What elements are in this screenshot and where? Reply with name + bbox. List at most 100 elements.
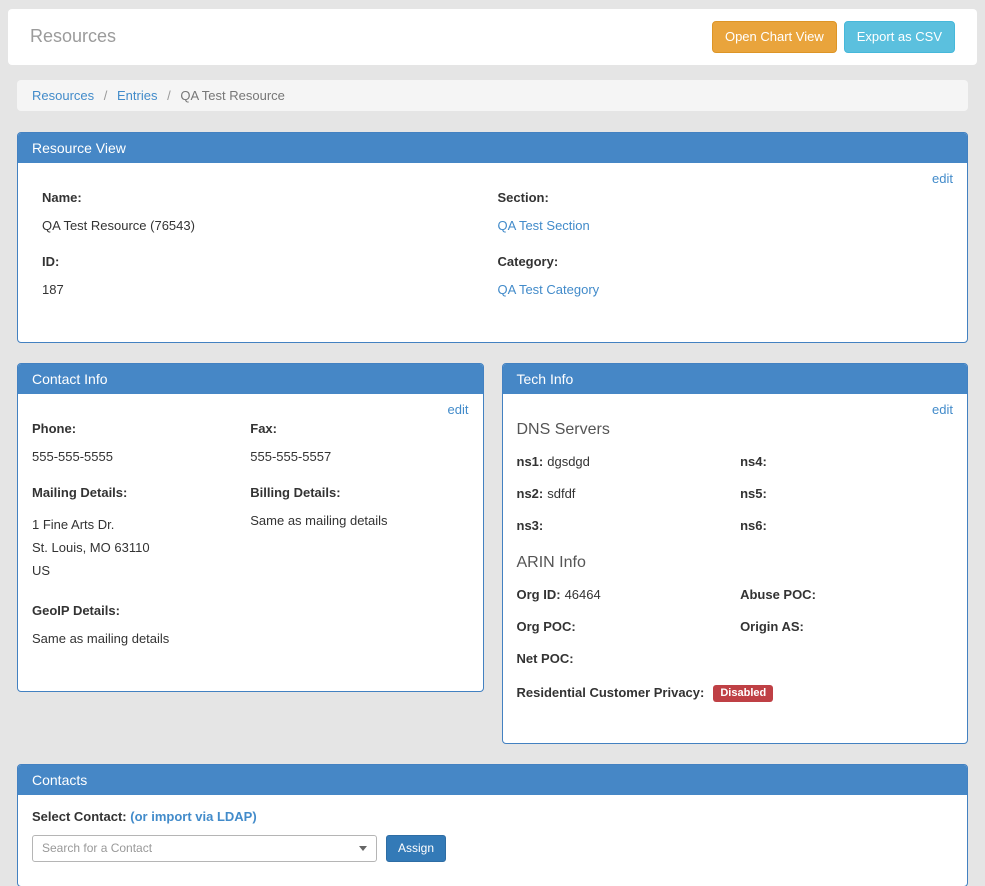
abuse-poc-label: Abuse POC: [740,587,816,602]
mailing-address-line: 1 Fine Arts Dr. [32,513,250,536]
chevron-down-icon [359,846,367,851]
name-value: QA Test Resource (76543) [42,218,498,233]
geoip-details-label: GeoIP Details: [32,603,250,618]
ns5-field: ns5: [740,486,953,501]
billing-details-field: Billing Details: Same as mailing details [250,485,468,582]
page-header: Resources Open Chart View Export as CSV [8,9,977,65]
org-id-field: Org ID: 46464 [517,587,741,602]
contact-select-placeholder: Search for a Contact [42,841,152,855]
ns2-label: ns2: [517,486,544,501]
phone-field: Phone: 555-555-5555 [32,421,250,464]
contact-info-edit-link[interactable]: edit [32,402,469,417]
dns-servers-grid: ns1:dgsdgd ns4: ns2:sdfdf ns5: ns3: [517,454,954,550]
resource-view-panel-title: Resource View [18,133,967,163]
ns2-value: sdfdf [547,486,575,501]
residential-privacy-field: Residential Customer Privacy: Disabled [517,685,954,702]
mailing-address-line: St. Louis, MO 63110 [32,536,250,559]
contacts-panel-title: Contacts [18,765,967,795]
ns1-value: dgsdgd [547,454,590,469]
id-field: ID: 187 [42,254,498,297]
breadcrumb-separator: / [167,88,171,103]
resource-view-left-column: Name: QA Test Resource (76543) ID: 187 [42,190,498,318]
arin-info-heading: ARIN Info [517,554,954,572]
dns-servers-heading: DNS Servers [517,421,954,439]
fax-label: Fax: [250,421,468,436]
arin-info-grid: Org ID: 46464 Abuse POC: Org POC: Origin … [517,587,954,683]
header-actions: Open Chart View Export as CSV [712,21,955,53]
billing-details-value: Same as mailing details [250,513,468,528]
id-value: 187 [42,282,498,297]
select-contact-label: Select Contact: [32,809,127,824]
resource-view-panel-body: edit Name: QA Test Resource (76543) ID: … [18,163,967,342]
org-poc-label: Org POC: [517,619,576,634]
category-field: Category: QA Test Category [498,254,954,297]
id-label: ID: [42,254,498,269]
resource-view-panel: Resource View edit Name: QA Test Resourc… [17,132,968,343]
ns3-field: ns3: [517,518,741,533]
export-csv-button[interactable]: Export as CSV [844,21,955,53]
contact-select[interactable]: Search for a Contact [32,835,377,862]
abuse-poc-field: Abuse POC: [740,587,953,602]
breadcrumb-entries-link[interactable]: Entries [117,88,157,103]
resource-view-right-column: Section: QA Test Section Category: QA Te… [498,190,954,318]
page: Resources Open Chart View Export as CSV … [0,0,985,886]
ns1-label: ns1: [517,454,544,469]
phone-label: Phone: [32,421,250,436]
contact-info-panel: Contact Info edit Phone: 555-555-5555 Fa… [17,363,484,692]
geoip-details-field: GeoIP Details: Same as mailing details [32,603,250,646]
org-id-label: Org ID: [517,587,561,602]
contact-info-panel-body: edit Phone: 555-555-5555 Fax: 555-555-55… [18,394,483,691]
billing-details-label: Billing Details: [250,485,468,500]
breadcrumb-current: QA Test Resource [180,88,285,103]
contact-info-panel-title: Contact Info [18,364,483,394]
ns1-field: ns1:dgsdgd [517,454,741,469]
section-link[interactable]: QA Test Section [498,218,590,233]
ns4-label: ns4: [740,454,767,469]
section-label: Section: [498,190,954,205]
mailing-details-label: Mailing Details: [32,485,250,500]
org-id-value: 46464 [565,587,601,602]
phone-value: 555-555-5555 [32,449,250,464]
tech-info-panel-body: edit DNS Servers ns1:dgsdgd ns4: ns2:sdf… [503,394,968,743]
open-chart-view-button[interactable]: Open Chart View [712,21,837,53]
contacts-panel: Contacts Select Contact: (or import via … [17,764,968,886]
fax-field: Fax: 555-555-5557 [250,421,468,464]
section-field: Section: QA Test Section [498,190,954,233]
name-label: Name: [42,190,498,205]
mailing-address-line: US [32,559,250,582]
page-title: Resources [30,26,116,47]
ns5-label: ns5: [740,486,767,501]
resource-view-edit-link[interactable]: edit [32,171,953,186]
geoip-details-value: Same as mailing details [32,631,250,646]
assign-button[interactable]: Assign [386,835,446,862]
org-poc-field: Org POC: [517,619,741,634]
resource-view-fields: Name: QA Test Resource (76543) ID: 187 S… [32,190,953,318]
import-via-ldap-link[interactable]: (or import via LDAP) [130,809,256,824]
contact-info-fields: Phone: 555-555-5555 Fax: 555-555-5557 Ma… [32,421,469,667]
fax-value: 555-555-5557 [250,449,468,464]
net-poc-field: Net POC: [517,651,741,666]
ns3-label: ns3: [517,518,544,533]
origin-as-field: Origin AS: [740,619,953,634]
breadcrumb: Resources / Entries / QA Test Resource [17,80,968,111]
tech-info-edit-link[interactable]: edit [517,402,954,417]
breadcrumb-separator: / [104,88,108,103]
contact-controls: Search for a Contact Assign [32,835,953,862]
net-poc-label: Net POC: [517,651,574,666]
ns2-field: ns2:sdfdf [517,486,741,501]
tech-info-panel: Tech Info edit DNS Servers ns1:dgsdgd ns… [502,363,969,744]
name-field: Name: QA Test Resource (76543) [42,190,498,233]
select-contact-label-line: Select Contact: (or import via LDAP) [32,809,953,824]
contacts-panel-body: Select Contact: (or import via LDAP) Sea… [18,795,967,886]
ns6-field: ns6: [740,518,953,533]
origin-as-label: Origin AS: [740,619,804,634]
mailing-details-field: Mailing Details: 1 Fine Arts Dr. St. Lou… [32,485,250,582]
category-link[interactable]: QA Test Category [498,282,600,297]
residential-privacy-label: Residential Customer Privacy: [517,685,705,700]
grid-spacer [740,651,953,666]
ns6-label: ns6: [740,518,767,533]
privacy-status-badge: Disabled [713,685,773,702]
breadcrumb-resources-link[interactable]: Resources [32,88,94,103]
content-container: Resources / Entries / QA Test Resource R… [8,80,977,886]
category-label: Category: [498,254,954,269]
